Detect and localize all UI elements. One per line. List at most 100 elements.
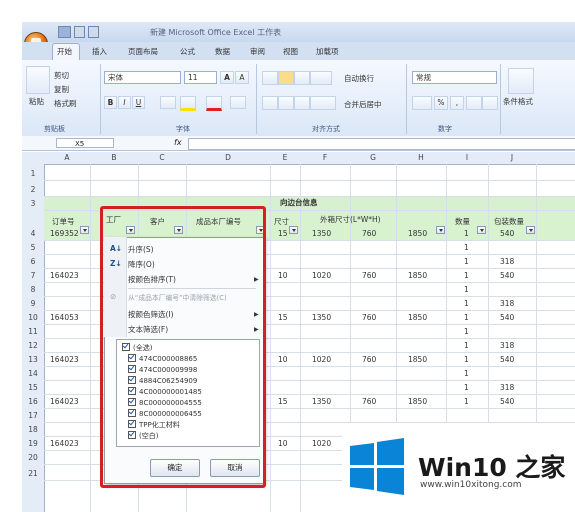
underline-button[interactable]: U	[132, 96, 145, 109]
tab-formulas[interactable]: 公式	[180, 46, 195, 57]
tab-addins[interactable]: 加载项	[316, 46, 339, 57]
tab-view[interactable]: 视图	[283, 46, 298, 57]
cell-j-7[interactable]: 540	[500, 271, 514, 280]
fill-color-icon[interactable]	[180, 96, 196, 111]
row-header-13[interactable]: 13	[22, 355, 44, 364]
cell-h-13[interactable]: 1850	[408, 355, 427, 364]
align-middle-icon[interactable]	[278, 71, 294, 85]
cell-h-4[interactable]: 1850	[408, 229, 427, 238]
align-left-icon[interactable]	[262, 96, 278, 110]
cell-j-12[interactable]: 318	[500, 341, 514, 350]
align-right-icon[interactable]	[294, 96, 310, 110]
cell-f-7[interactable]: 1020	[312, 271, 331, 280]
merge-center-button[interactable]: 合并后居中	[344, 99, 382, 110]
cell-i-14[interactable]: 1	[464, 369, 469, 378]
decrease-decimal-icon[interactable]	[482, 96, 498, 110]
row-header-12[interactable]: 12	[22, 341, 44, 350]
align-top-icon[interactable]	[262, 71, 278, 85]
copy-button[interactable]: 复制	[54, 84, 69, 95]
name-box[interactable]: X5	[56, 138, 114, 148]
cell-g-4[interactable]: 760	[362, 229, 376, 238]
grow-font-button[interactable]: A	[220, 71, 234, 84]
bold-button[interactable]: B	[104, 96, 117, 109]
borders-icon[interactable]	[160, 96, 176, 109]
filter-dropdown-i[interactable]	[477, 226, 486, 234]
cell-f-10[interactable]: 1350	[312, 313, 331, 322]
cell-i-13[interactable]: 1	[464, 355, 469, 364]
cell-g-10[interactable]: 760	[362, 313, 376, 322]
column-header-h[interactable]: H	[396, 153, 446, 162]
font-size-select[interactable]: 11	[184, 71, 217, 84]
cell-e-7[interactable]: 10	[278, 271, 288, 280]
tab-data[interactable]: 数据	[215, 46, 230, 57]
font-name-select[interactable]: 宋体	[104, 71, 181, 84]
cell-i-6[interactable]: 1	[464, 257, 469, 266]
row-header-17[interactable]: 17	[22, 411, 44, 420]
insert-function-icon[interactable]: fx	[174, 138, 182, 147]
row-header-19[interactable]: 19	[22, 439, 44, 448]
column-header-a[interactable]: A	[44, 153, 90, 162]
orientation-icon[interactable]	[310, 71, 332, 85]
indent-icon[interactable]	[310, 96, 336, 110]
cell-j-9[interactable]: 318	[500, 299, 514, 308]
comma-button[interactable]: ,	[450, 96, 464, 110]
cell-i-12[interactable]: 1	[464, 341, 469, 350]
row-header-7[interactable]: 7	[22, 271, 44, 280]
formula-input[interactable]	[188, 138, 575, 150]
cell-f-19[interactable]: 1020	[312, 439, 331, 448]
cell-i-11[interactable]: 1	[464, 327, 469, 336]
column-header-i[interactable]: I	[446, 153, 488, 162]
cell-e-13[interactable]: 10	[278, 355, 288, 364]
cell-i-9[interactable]: 1	[464, 299, 469, 308]
cell-j-15[interactable]: 318	[500, 383, 514, 392]
italic-button[interactable]: I	[118, 96, 131, 109]
cell-h-10[interactable]: 1850	[408, 313, 427, 322]
filter-dropdown-h[interactable]	[436, 226, 445, 234]
cell-e-16[interactable]: 15	[278, 397, 288, 406]
cell-a-13[interactable]: 164023	[50, 355, 79, 364]
cell-f-4[interactable]: 1350	[312, 229, 331, 238]
row-header-16[interactable]: 16	[22, 397, 44, 406]
cell-g-13[interactable]: 760	[362, 355, 376, 364]
font-color-icon[interactable]	[206, 96, 222, 111]
redo-icon[interactable]	[88, 26, 99, 38]
row-header-5[interactable]: 5	[22, 243, 44, 252]
increase-decimal-icon[interactable]	[466, 96, 482, 110]
row-header-14[interactable]: 14	[22, 369, 44, 378]
align-bottom-icon[interactable]	[294, 71, 310, 85]
cell-j-13[interactable]: 540	[500, 355, 514, 364]
row-header-11[interactable]: 11	[22, 327, 44, 336]
cut-button[interactable]: 剪切	[54, 70, 69, 81]
currency-icon[interactable]	[412, 96, 432, 110]
cell-i-15[interactable]: 1	[464, 383, 469, 392]
format-painter-button[interactable]: 格式刷	[54, 98, 77, 109]
cell-j-6[interactable]: 318	[500, 257, 514, 266]
cell-j-4[interactable]: 540	[500, 229, 514, 238]
column-header-d[interactable]: D	[186, 153, 270, 162]
row-header-1[interactable]: 1	[22, 169, 44, 178]
column-header-b[interactable]: B	[90, 153, 138, 162]
save-icon[interactable]	[58, 26, 71, 38]
conditional-format-button[interactable]: 条件格式	[503, 96, 533, 107]
column-header-g[interactable]: G	[350, 153, 396, 162]
cell-i-5[interactable]: 1	[464, 243, 469, 252]
paste-button[interactable]: 粘贴	[29, 96, 44, 107]
row-header-21[interactable]: 21	[22, 469, 44, 478]
tab-review[interactable]: 审阅	[250, 46, 265, 57]
column-header-j[interactable]: J	[488, 153, 536, 162]
cell-j-16[interactable]: 540	[500, 397, 514, 406]
tab-insert[interactable]: 插入	[92, 46, 107, 57]
cell-e-19[interactable]: 10	[278, 439, 288, 448]
filter-dropdown-e[interactable]	[289, 226, 298, 234]
tab-page-layout[interactable]: 页面布局	[128, 46, 158, 57]
cell-a-19[interactable]: 164023	[50, 439, 79, 448]
phonetic-icon[interactable]	[230, 96, 246, 109]
cell-h-16[interactable]: 1850	[408, 397, 427, 406]
align-center-icon[interactable]	[278, 96, 294, 110]
column-header-e[interactable]: E	[270, 153, 300, 162]
cell-a-4[interactable]: 169352	[50, 229, 79, 238]
cell-j-10[interactable]: 540	[500, 313, 514, 322]
cell-e-4[interactable]: 15	[278, 229, 288, 238]
wrap-text-button[interactable]: 自动换行	[344, 73, 374, 84]
cell-i-16[interactable]: 1	[464, 397, 469, 406]
